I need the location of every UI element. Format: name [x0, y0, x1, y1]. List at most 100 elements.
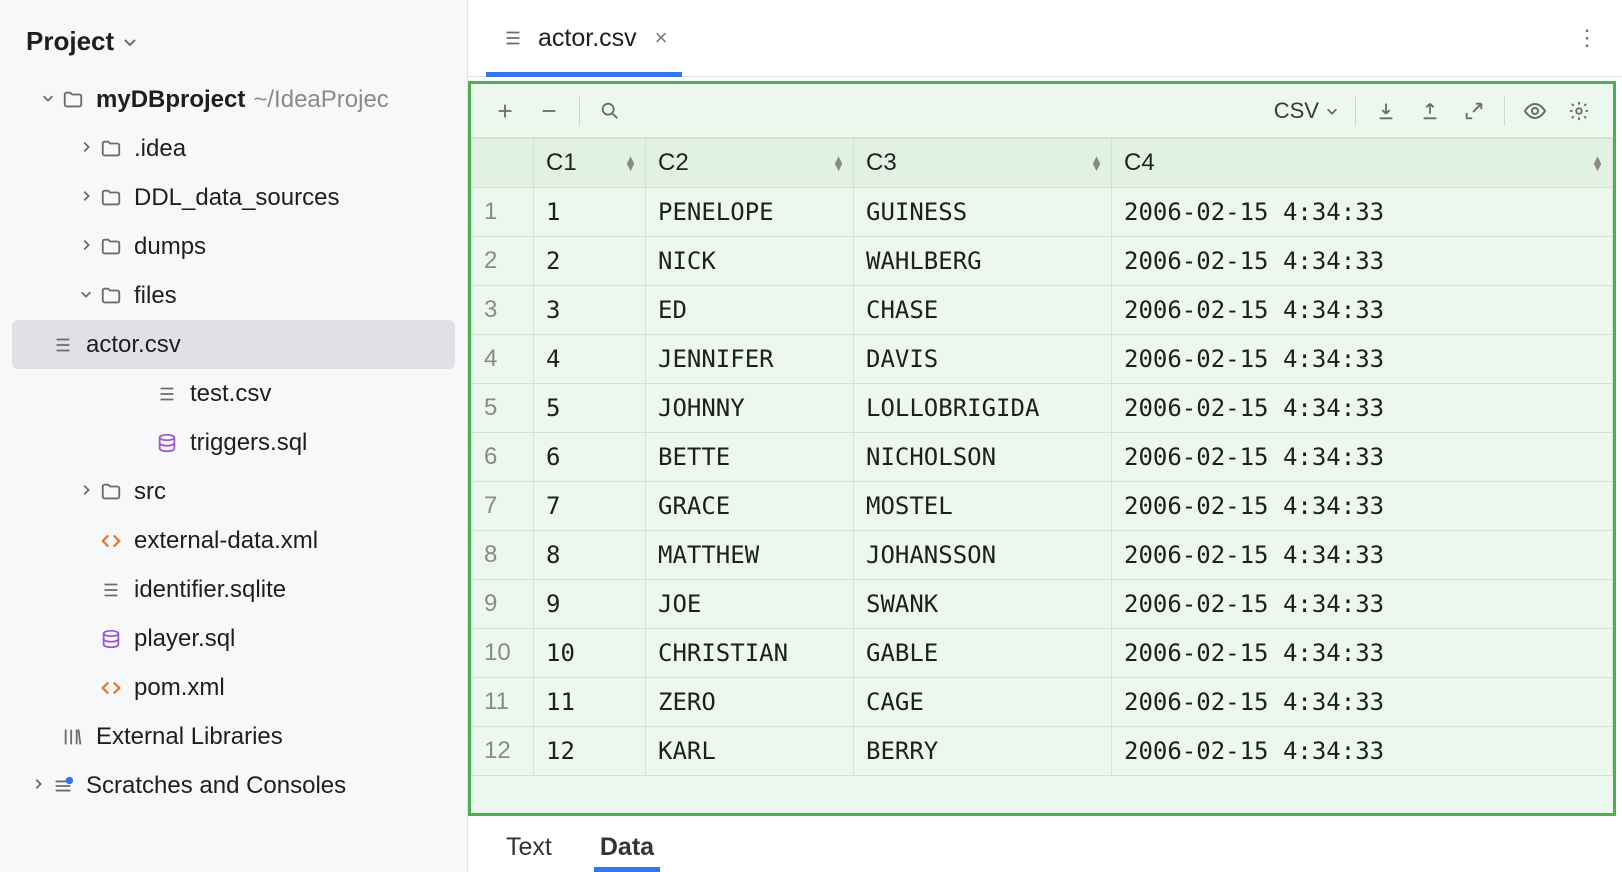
view-tab-data[interactable]: Data: [594, 823, 660, 872]
row-number[interactable]: 3: [472, 286, 534, 335]
tree-item-identifier-sqlite[interactable]: identifier.sqlite: [0, 565, 467, 614]
tree-item-actor-csv[interactable]: actor.csv: [12, 320, 455, 369]
add-row-button[interactable]: [483, 91, 527, 131]
tree-external-libraries[interactable]: External Libraries: [0, 712, 467, 761]
row-number[interactable]: 6: [472, 433, 534, 482]
cell-c2[interactable]: JOE: [646, 580, 854, 629]
cell-c3[interactable]: DAVIS: [854, 335, 1112, 384]
cell-c2[interactable]: PENELOPE: [646, 188, 854, 237]
cell-c2[interactable]: KARL: [646, 727, 854, 776]
cell-c2[interactable]: JENNIFER: [646, 335, 854, 384]
cell-c4[interactable]: 2006-02-15 4:34:33: [1112, 433, 1613, 482]
remove-row-button[interactable]: [527, 91, 571, 131]
cell-c1[interactable]: 7: [534, 482, 646, 531]
cell-c4[interactable]: 2006-02-15 4:34:33: [1112, 384, 1613, 433]
cell-c1[interactable]: 11: [534, 678, 646, 727]
cell-c1[interactable]: 9: [534, 580, 646, 629]
column-header-c3[interactable]: C3 ▲▼: [854, 139, 1112, 188]
tree-item-dumps[interactable]: dumps: [0, 222, 467, 271]
chevron-right-icon[interactable]: [74, 189, 98, 206]
cell-c4[interactable]: 2006-02-15 4:34:33: [1112, 335, 1613, 384]
row-number[interactable]: 4: [472, 335, 534, 384]
cell-c4[interactable]: 2006-02-15 4:34:33: [1112, 580, 1613, 629]
tree-item-src[interactable]: src: [0, 467, 467, 516]
cell-c1[interactable]: 5: [534, 384, 646, 433]
cell-c1[interactable]: 8: [534, 531, 646, 580]
sort-icon[interactable]: ▲▼: [624, 156, 637, 170]
cell-c4[interactable]: 2006-02-15 4:34:33: [1112, 727, 1613, 776]
cell-c4[interactable]: 2006-02-15 4:34:33: [1112, 237, 1613, 286]
table-row[interactable]: 77GRACEMOSTEL2006-02-15 4:34:33: [472, 482, 1613, 531]
cell-c1[interactable]: 1: [534, 188, 646, 237]
table-row[interactable]: 11PENELOPEGUINESS2006-02-15 4:34:33: [472, 188, 1613, 237]
cell-c2[interactable]: ED: [646, 286, 854, 335]
tree-root[interactable]: myDBproject ~/IdeaProjec: [0, 75, 467, 124]
chevron-down-icon[interactable]: [74, 287, 98, 304]
cell-c3[interactable]: CHASE: [854, 286, 1112, 335]
cell-c4[interactable]: 2006-02-15 4:34:33: [1112, 188, 1613, 237]
column-header-c2[interactable]: C2 ▲▼: [646, 139, 854, 188]
row-number[interactable]: 9: [472, 580, 534, 629]
cell-c2[interactable]: JOHNNY: [646, 384, 854, 433]
chevron-right-icon[interactable]: [74, 140, 98, 157]
gear-icon[interactable]: [1557, 91, 1601, 131]
table-row[interactable]: 22NICKWAHLBERG2006-02-15 4:34:33: [472, 237, 1613, 286]
cell-c3[interactable]: GABLE: [854, 629, 1112, 678]
sort-icon[interactable]: ▲▼: [1591, 156, 1604, 170]
view-tab-text[interactable]: Text: [500, 823, 558, 872]
chevron-right-icon[interactable]: [26, 777, 50, 794]
cell-c1[interactable]: 6: [534, 433, 646, 482]
search-button[interactable]: [588, 91, 632, 131]
cell-c1[interactable]: 4: [534, 335, 646, 384]
cell-c3[interactable]: JOHANSSON: [854, 531, 1112, 580]
cell-c3[interactable]: BERRY: [854, 727, 1112, 776]
editor-tab-actor-csv[interactable]: actor.csv ×: [486, 0, 682, 76]
cell-c2[interactable]: MATTHEW: [646, 531, 854, 580]
table-row[interactable]: 44JENNIFERDAVIS2006-02-15 4:34:33: [472, 335, 1613, 384]
table-row[interactable]: 1212KARLBERRY2006-02-15 4:34:33: [472, 727, 1613, 776]
tree-item-triggers-sql[interactable]: triggers.sql: [0, 418, 467, 467]
row-number[interactable]: 12: [472, 727, 534, 776]
cell-c2[interactable]: GRACE: [646, 482, 854, 531]
cell-c2[interactable]: CHRISTIAN: [646, 629, 854, 678]
row-number[interactable]: 8: [472, 531, 534, 580]
table-row[interactable]: 99JOESWANK2006-02-15 4:34:33: [472, 580, 1613, 629]
cell-c3[interactable]: GUINESS: [854, 188, 1112, 237]
cell-c3[interactable]: NICHOLSON: [854, 433, 1112, 482]
tree-item-pom-xml[interactable]: pom.xml: [0, 663, 467, 712]
tree-item--idea[interactable]: .idea: [0, 124, 467, 173]
tree-item-ddl-data-sources[interactable]: DDL_data_sources: [0, 173, 467, 222]
chevron-right-icon[interactable]: [74, 483, 98, 500]
import-button[interactable]: [1452, 91, 1496, 131]
project-panel-header[interactable]: Project: [0, 18, 467, 75]
cell-c1[interactable]: 3: [534, 286, 646, 335]
cell-c1[interactable]: 12: [534, 727, 646, 776]
table-row[interactable]: 33EDCHASE2006-02-15 4:34:33: [472, 286, 1613, 335]
tree-item-files[interactable]: files: [0, 271, 467, 320]
tree-scratches[interactable]: Scratches and Consoles: [0, 761, 467, 810]
cell-c4[interactable]: 2006-02-15 4:34:33: [1112, 482, 1613, 531]
upload-button[interactable]: [1408, 91, 1452, 131]
cell-c3[interactable]: MOSTEL: [854, 482, 1112, 531]
column-header-c1[interactable]: C1 ▲▼: [534, 139, 646, 188]
cell-c4[interactable]: 2006-02-15 4:34:33: [1112, 531, 1613, 580]
sort-icon[interactable]: ▲▼: [1090, 156, 1103, 170]
download-button[interactable]: [1364, 91, 1408, 131]
cell-c3[interactable]: CAGE: [854, 678, 1112, 727]
table-row[interactable]: 1010CHRISTIANGABLE2006-02-15 4:34:33: [472, 629, 1613, 678]
table-row[interactable]: 66BETTENICHOLSON2006-02-15 4:34:33: [472, 433, 1613, 482]
corner-cell[interactable]: [472, 139, 534, 188]
table-row[interactable]: 55JOHNNYLOLLOBRIGIDA2006-02-15 4:34:33: [472, 384, 1613, 433]
tree-item-test-csv[interactable]: test.csv: [0, 369, 467, 418]
data-grid[interactable]: C1 ▲▼ C2 ▲▼ C3 ▲▼: [471, 138, 1613, 813]
cell-c1[interactable]: 2: [534, 237, 646, 286]
cell-c3[interactable]: SWANK: [854, 580, 1112, 629]
chevron-right-icon[interactable]: [74, 238, 98, 255]
cell-c3[interactable]: LOLLOBRIGIDA: [854, 384, 1112, 433]
cell-c4[interactable]: 2006-02-15 4:34:33: [1112, 678, 1613, 727]
row-number[interactable]: 10: [472, 629, 534, 678]
row-number[interactable]: 1: [472, 188, 534, 237]
cell-c4[interactable]: 2006-02-15 4:34:33: [1112, 286, 1613, 335]
cell-c3[interactable]: WAHLBERG: [854, 237, 1112, 286]
tree-item-external-data-xml[interactable]: external-data.xml: [0, 516, 467, 565]
